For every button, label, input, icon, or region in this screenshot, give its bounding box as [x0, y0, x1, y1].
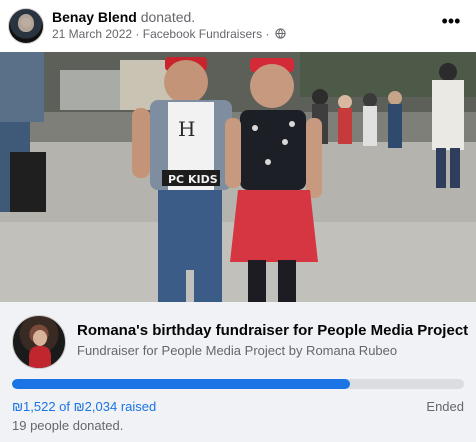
- shirt-caption: PC KIDS: [168, 173, 218, 186]
- fundraiser-photo[interactable]: H PC KIDS: [0, 52, 476, 302]
- author-avatar[interactable]: [8, 8, 44, 44]
- fundraiser-title[interactable]: Romana's birthday fundraiser for People …: [77, 322, 468, 340]
- fundraiser-avatar[interactable]: [12, 315, 66, 369]
- meta-separator-2: ·: [265, 27, 270, 41]
- post-date[interactable]: 21 March 2022: [52, 27, 132, 41]
- fundraiser-status: Ended: [426, 399, 464, 414]
- shirt-letter: H: [178, 117, 195, 141]
- author-name[interactable]: Benay Blend: [52, 9, 137, 25]
- post-author-line: Benay Blend donated.: [52, 9, 195, 26]
- photo-illustration: H PC KIDS: [0, 52, 476, 302]
- more-options-button[interactable]: •••: [440, 12, 462, 34]
- meta-separator: ·: [135, 27, 140, 41]
- fundraiser-subtitle: Fundraiser for People Media Project by R…: [77, 343, 398, 358]
- raised-amount: ₪1,522 of ₪2,034 raised: [12, 399, 157, 414]
- progress-fill: [12, 379, 351, 389]
- progress-bar: [12, 379, 464, 389]
- fundraiser-card[interactable]: Romana's birthday fundraiser for People …: [0, 302, 476, 442]
- donor-count: 19 people donated.: [12, 418, 124, 433]
- post-header: Benay Blend donated. 21 March 2022 · Fac…: [0, 0, 476, 52]
- post-meta: 21 March 2022 · Facebook Fundraisers ·: [52, 27, 286, 42]
- post-source[interactable]: Facebook Fundraisers: [143, 27, 262, 41]
- globe-icon: [275, 28, 286, 39]
- post-action: donated.: [140, 9, 196, 25]
